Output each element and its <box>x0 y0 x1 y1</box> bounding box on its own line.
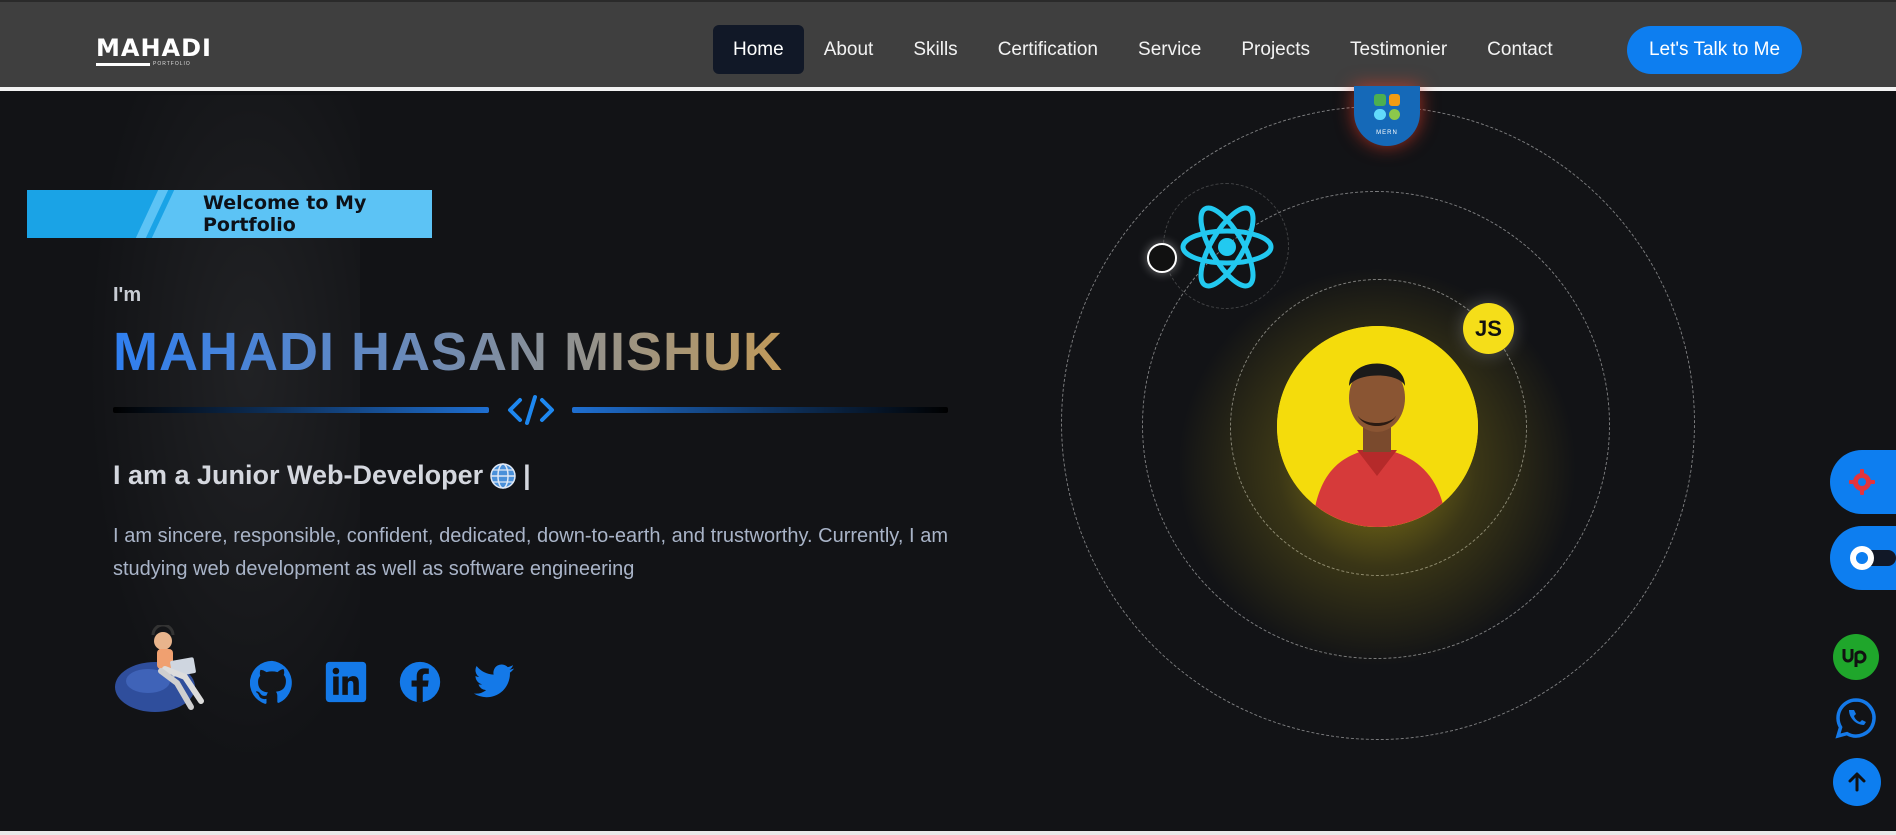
globe-icon <box>490 462 516 489</box>
javascript-icon: JS <box>1463 303 1514 354</box>
page-bottom-border <box>0 831 1896 835</box>
react-badge <box>1163 183 1289 309</box>
welcome-text: Welcome to My Portfolio <box>177 190 432 238</box>
profile-avatar <box>1277 326 1478 527</box>
logo-bar <box>96 62 150 66</box>
social-links <box>250 660 516 704</box>
twitter-icon[interactable] <box>472 660 516 704</box>
nav-contact[interactable]: Contact <box>1467 25 1572 74</box>
nav-projects[interactable]: Projects <box>1221 25 1330 74</box>
hero-name: MAHADI HASAN MISHUK <box>113 322 783 382</box>
logo-title: MAHADI <box>96 34 212 62</box>
nav-skills[interactable]: Skills <box>893 25 977 74</box>
logo[interactable]: MAHADI PORTFOLIO <box>96 36 220 67</box>
nav-home[interactable]: Home <box>713 25 804 74</box>
linkedin-icon[interactable] <box>324 660 368 704</box>
facebook-icon[interactable] <box>398 660 442 704</box>
scroll-top-button[interactable] <box>1833 758 1881 806</box>
name-divider <box>113 392 948 428</box>
nav-certification[interactable]: Certification <box>978 25 1118 74</box>
nav-about[interactable]: About <box>804 25 894 74</box>
upwork-button[interactable] <box>1833 634 1879 680</box>
navbar: MAHADI PORTFOLIO Home About Skills Certi… <box>0 0 1896 91</box>
nav-service[interactable]: Service <box>1118 25 1221 74</box>
mern-logos <box>1374 94 1400 120</box>
settings-button[interactable] <box>1830 450 1896 514</box>
developer-illustration <box>115 625 204 712</box>
react-icon <box>1180 205 1274 289</box>
role-label: I am a Junior Web-Developer <box>113 460 484 490</box>
role-text: I am a Junior Web-Developer | <box>113 460 531 491</box>
code-icon <box>508 395 554 425</box>
mern-label: MERN <box>1376 130 1398 136</box>
whatsapp-button[interactable] <box>1833 695 1879 741</box>
whatsapp-icon <box>1835 698 1876 739</box>
upwork-icon <box>1842 649 1867 667</box>
github-orbit-icon <box>1147 243 1177 273</box>
logo-subtitle: PORTFOLIO <box>153 61 191 67</box>
arrow-up-icon <box>1848 772 1866 792</box>
welcome-banner: Welcome to My Portfolio <box>27 190 432 238</box>
nav-testimonier[interactable]: Testimonier <box>1330 25 1467 74</box>
hero-description: I am sincere, responsible, confident, de… <box>113 525 948 580</box>
settings-icon <box>1849 469 1875 495</box>
intro-text: I'm <box>113 284 142 306</box>
nav-links: Home About Skills Certification Service … <box>713 25 1573 74</box>
theme-toggle-icon <box>1850 546 1896 570</box>
typing-cursor: | <box>523 460 531 490</box>
github-icon[interactable] <box>250 660 294 704</box>
lets-talk-button[interactable]: Let's Talk to Me <box>1627 26 1802 74</box>
theme-toggle-button[interactable] <box>1830 526 1896 590</box>
profile-photo <box>1277 326 1478 527</box>
